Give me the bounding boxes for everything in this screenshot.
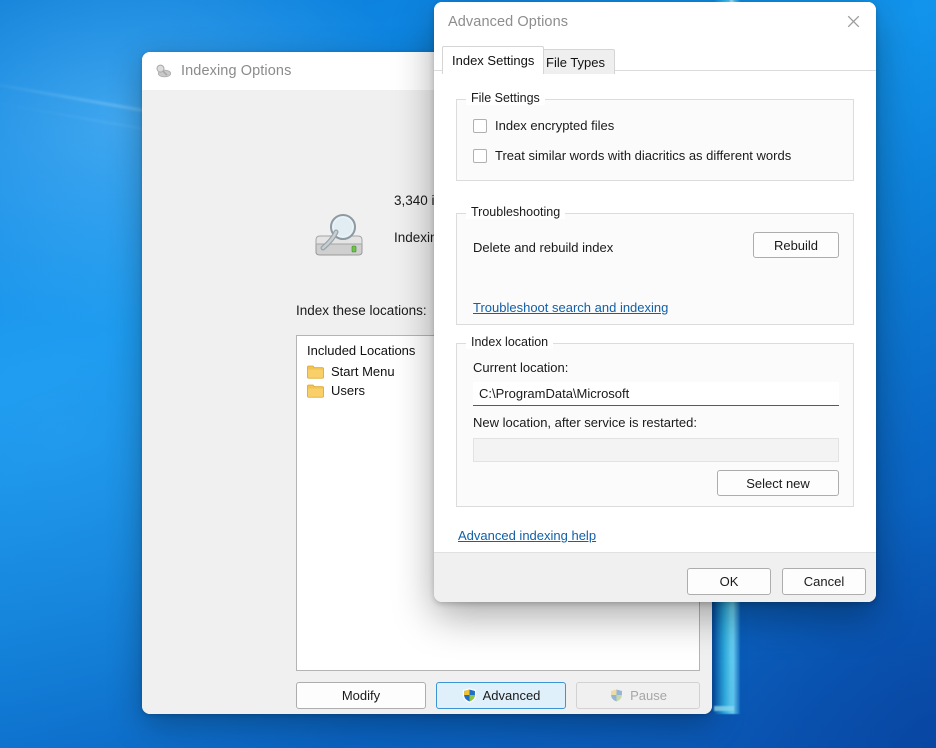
uac-shield-icon: [609, 688, 624, 703]
troubleshooting-legend: Troubleshooting: [466, 205, 565, 219]
index-locations-label: Index these locations:: [296, 303, 427, 318]
pause-button-label: Pause: [630, 688, 667, 703]
index-location-group: Index location Current location: New loc…: [456, 343, 854, 507]
file-settings-legend: File Settings: [466, 91, 545, 105]
advanced-button-label: Advanced: [483, 688, 541, 703]
new-location-label: New location, after service is restarted…: [473, 415, 697, 430]
select-new-button[interactable]: Select new: [717, 470, 839, 496]
troubleshooting-group: Troubleshooting Delete and rebuild index…: [456, 213, 854, 325]
checkbox-box: [473, 119, 487, 133]
index-settings-panel: File Settings Index encrypted files Trea…: [434, 70, 876, 552]
advanced-indexing-help-link[interactable]: Advanced indexing help: [458, 528, 596, 543]
list-item-label: Users: [331, 383, 365, 398]
checkbox-box: [473, 149, 487, 163]
indexing-options-title: Indexing Options: [181, 63, 291, 79]
folder-icon: [307, 365, 324, 379]
index-location-legend: Index location: [466, 335, 553, 349]
tab-index-settings[interactable]: Index Settings: [442, 46, 544, 74]
advanced-options-title: Advanced Options: [448, 14, 568, 30]
folder-icon: [307, 384, 324, 398]
current-location-label: Current location:: [473, 360, 568, 375]
rebuild-button[interactable]: Rebuild: [753, 232, 839, 258]
troubleshoot-search-indexing-link[interactable]: Troubleshoot search and indexing: [473, 300, 668, 315]
uac-shield-icon: [462, 688, 477, 703]
advanced-options-footer: OK Cancel: [434, 552, 876, 602]
indexing-options-icon: [154, 62, 172, 80]
tab-index-settings-label: Index Settings: [452, 53, 534, 68]
pause-button[interactable]: Pause: [576, 682, 700, 709]
advanced-options-dialog: Advanced Options Index Settings File Typ…: [434, 2, 876, 602]
modify-button[interactable]: Modify: [296, 682, 426, 709]
cancel-button[interactable]: Cancel: [782, 568, 866, 595]
treat-diacritics-checkbox[interactable]: Treat similar words with diacritics as d…: [473, 148, 791, 163]
current-location-input[interactable]: [473, 382, 839, 406]
drive-search-icon: [310, 210, 368, 267]
tab-file-types-label: File Types: [546, 55, 605, 70]
list-item-label: Start Menu: [331, 364, 395, 379]
advanced-options-titlebar[interactable]: Advanced Options: [434, 2, 876, 42]
treat-diacritics-label: Treat similar words with diacritics as d…: [495, 148, 791, 163]
close-icon[interactable]: [836, 6, 870, 36]
delete-rebuild-index-label: Delete and rebuild index: [473, 240, 613, 255]
ok-button[interactable]: OK: [687, 568, 771, 595]
index-encrypted-files-label: Index encrypted files: [495, 118, 614, 133]
tab-file-types[interactable]: File Types: [536, 49, 615, 74]
advanced-button[interactable]: Advanced: [436, 682, 566, 709]
index-encrypted-files-checkbox[interactable]: Index encrypted files: [473, 118, 614, 133]
file-settings-group: File Settings Index encrypted files Trea…: [456, 99, 854, 181]
new-location-input[interactable]: [473, 438, 839, 462]
